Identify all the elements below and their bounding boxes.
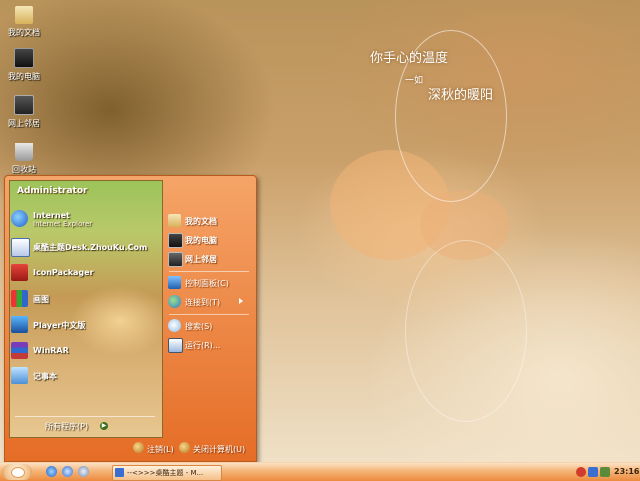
qq-icon[interactable] bbox=[576, 467, 586, 477]
start-button[interactable] bbox=[2, 464, 32, 480]
run-icon bbox=[168, 338, 183, 353]
desktop-icon-recycle-bin[interactable]: 回收站 bbox=[4, 143, 44, 175]
program-paint[interactable]: 画图 bbox=[9, 289, 155, 309]
chevron-right-icon bbox=[239, 298, 243, 304]
taskbar-window-label: --<>>>桌酷主题 - M... bbox=[127, 469, 204, 477]
start-menu-bottom-bar: 注销(L) 关闭计算机(U) bbox=[9, 438, 251, 458]
right-item-run[interactable]: 运行(R)... bbox=[167, 336, 251, 354]
logoff-icon bbox=[133, 442, 144, 453]
control-panel-icon bbox=[168, 276, 181, 289]
user-name: Administrator bbox=[17, 186, 88, 196]
connect-icon bbox=[168, 295, 181, 308]
program-notepad[interactable]: 记事本 bbox=[9, 366, 155, 386]
program-zhouku[interactable]: 桌酷主题Desk.ZhouKu.Com bbox=[9, 237, 155, 257]
program-media-player[interactable]: Player中文版 bbox=[9, 315, 155, 335]
taskbar-window-button[interactable]: --<>>>桌酷主题 - M... bbox=[112, 465, 222, 481]
logoff-label: 注销(L) bbox=[147, 445, 174, 454]
iconpackager-icon bbox=[11, 264, 28, 281]
program-title: 桌酷主题Desk.ZhouKu.Com bbox=[33, 243, 148, 252]
media-player-icon bbox=[11, 316, 28, 333]
network-icon bbox=[14, 95, 34, 115]
right-item-label: 控制面板(C) bbox=[185, 279, 229, 288]
desktop-icon-my-computer[interactable]: 我的电脑 bbox=[4, 48, 44, 82]
right-item-my-documents[interactable]: 我的文档 bbox=[167, 212, 251, 230]
desktop-icon-label: 网上邻居 bbox=[8, 119, 40, 128]
winrar-icon bbox=[11, 342, 28, 359]
wallpaper-poem-line2: 一如 bbox=[405, 76, 424, 86]
network-icon bbox=[168, 252, 183, 267]
right-item-label: 网上邻居 bbox=[185, 255, 217, 264]
notepad-icon bbox=[11, 367, 28, 384]
quicklaunch-ie-icon[interactable] bbox=[46, 466, 57, 477]
desktop-icon-label: 回收站 bbox=[12, 165, 36, 174]
right-item-label: 连接到(T) bbox=[185, 298, 221, 307]
program-title: IconPackager bbox=[33, 268, 94, 277]
wallpaper-poem-line1: 你手心的温度 bbox=[370, 51, 449, 66]
start-orb-icon bbox=[11, 467, 25, 478]
heart-line-decoration-2 bbox=[405, 240, 527, 422]
taskbar: --<>>>桌酷主题 - M... 23:16 bbox=[0, 462, 640, 481]
quicklaunch-media-icon[interactable] bbox=[78, 466, 89, 477]
program-title: Internet bbox=[33, 211, 70, 220]
program-internet-explorer[interactable]: Internet Internet Explorer bbox=[9, 209, 155, 229]
right-item-label: 运行(R)... bbox=[185, 341, 221, 350]
right-item-search[interactable]: 搜索(S) bbox=[167, 317, 251, 335]
right-item-label: 我的文档 bbox=[185, 217, 217, 226]
window-icon bbox=[115, 468, 124, 477]
quicklaunch-desktop-icon[interactable] bbox=[62, 466, 73, 477]
arrow-right-icon: ▶ bbox=[100, 422, 108, 430]
right-item-my-computer[interactable]: 我的电脑 bbox=[167, 231, 251, 249]
clock: 23:16 bbox=[614, 467, 640, 476]
desktop-icon-network[interactable]: 网上邻居 bbox=[4, 95, 44, 129]
right-item-label: 我的电脑 bbox=[185, 236, 217, 245]
program-title: 记事本 bbox=[33, 372, 57, 381]
internet-explorer-icon bbox=[11, 210, 28, 227]
my-computer-icon bbox=[14, 48, 34, 68]
left-pane-separator bbox=[15, 416, 155, 417]
program-title: Player中文版 bbox=[33, 321, 86, 330]
start-menu: Administrator Internet Internet Explorer… bbox=[4, 175, 257, 462]
right-item-network[interactable]: 网上邻居 bbox=[167, 250, 251, 268]
recycle-bin-icon bbox=[15, 143, 33, 161]
shutdown-label: 关闭计算机(U) bbox=[193, 445, 246, 454]
desktop-icon-my-documents[interactable]: 我的文档 bbox=[4, 6, 44, 38]
search-icon bbox=[168, 319, 181, 332]
my-documents-icon bbox=[168, 214, 181, 227]
program-title: WinRAR bbox=[33, 346, 69, 355]
power-icon bbox=[179, 442, 190, 453]
program-title: 画图 bbox=[33, 295, 49, 304]
my-documents-icon bbox=[15, 6, 33, 24]
zhouku-icon bbox=[11, 238, 30, 257]
paint-icon bbox=[11, 290, 28, 307]
program-subtitle: Internet Explorer bbox=[33, 220, 93, 228]
my-computer-icon bbox=[168, 233, 183, 248]
program-winrar[interactable]: WinRAR bbox=[9, 341, 155, 361]
network-tray-icon[interactable] bbox=[588, 467, 598, 477]
wallpaper-poem-line3: 深秋的暖阳 bbox=[428, 88, 494, 103]
right-item-label: 搜索(S) bbox=[185, 322, 213, 331]
desktop-icon-label: 我的文档 bbox=[8, 28, 40, 37]
right-pane-separator bbox=[169, 271, 249, 272]
right-pane-separator bbox=[169, 314, 249, 315]
program-iconpackager[interactable]: IconPackager bbox=[9, 263, 155, 283]
volume-icon[interactable] bbox=[600, 467, 610, 477]
right-item-control-panel[interactable]: 控制面板(C) bbox=[167, 274, 251, 292]
all-programs-button[interactable]: 所有程序(P) bbox=[45, 421, 88, 432]
desktop-icon-label: 我的电脑 bbox=[8, 72, 40, 81]
